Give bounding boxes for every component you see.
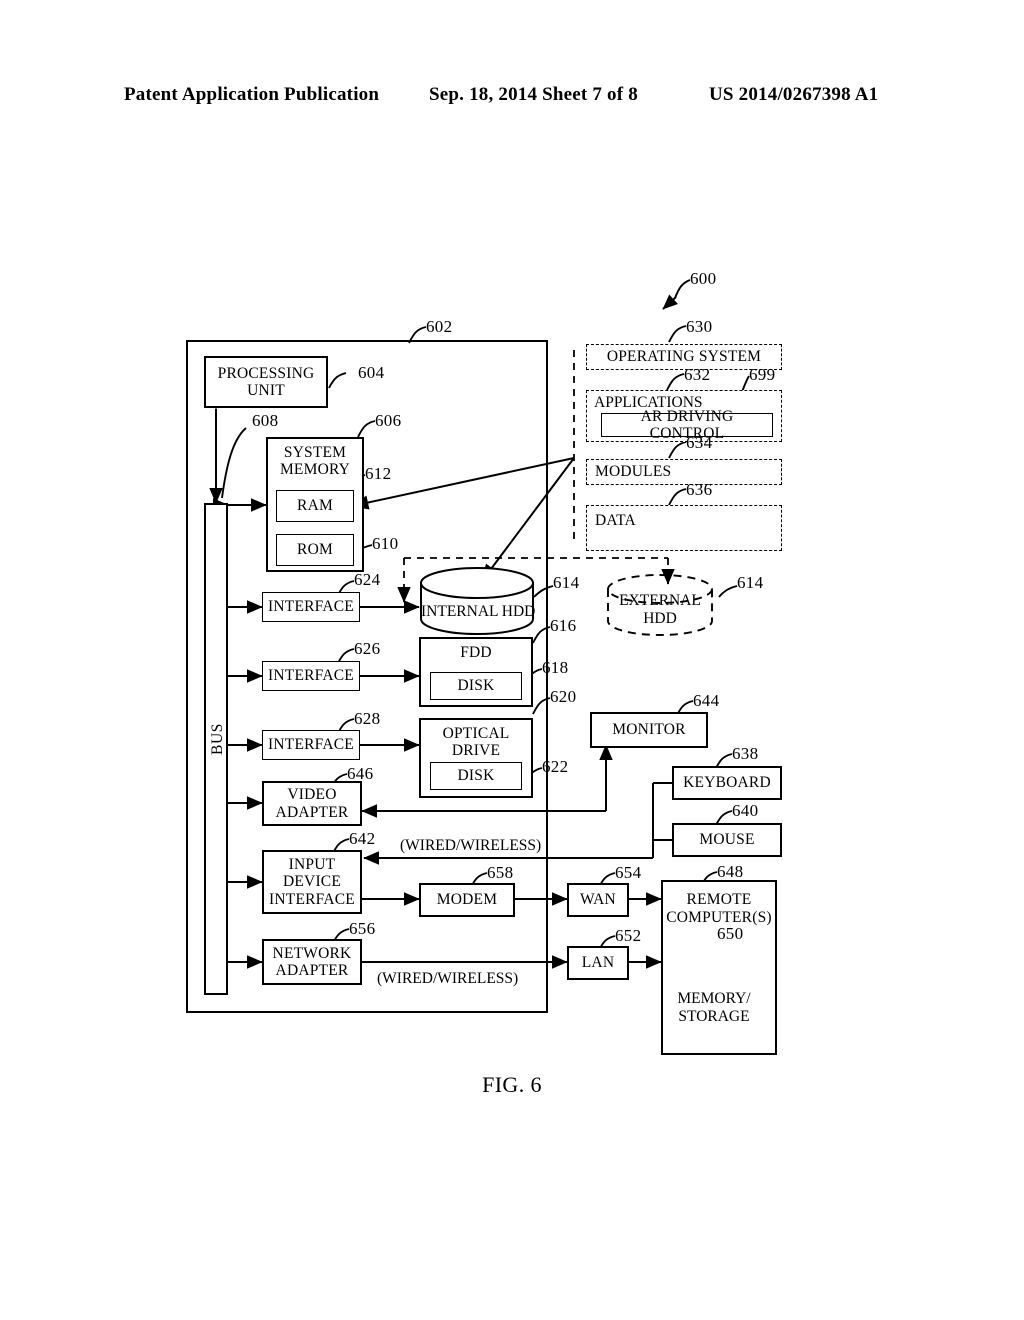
fdd-disk-block: DISK xyxy=(430,672,522,700)
optical-drive-label: OPTICAL DRIVE xyxy=(442,725,510,760)
ref-654: 654 xyxy=(615,863,642,882)
bus-block: BUS xyxy=(204,503,228,995)
ref-650: 650 xyxy=(717,924,744,943)
video-adapter-label: VIDEO ADAPTER xyxy=(275,786,349,821)
ref-608: 608 xyxy=(252,411,279,430)
ref-636: 636 xyxy=(686,480,713,499)
ref-602: 602 xyxy=(426,317,453,336)
interface-hdd-block: INTERFACE xyxy=(262,592,360,622)
rom-block: ROM xyxy=(276,534,354,566)
ref-612: 612 xyxy=(365,464,392,483)
interface-fdd-block: INTERFACE xyxy=(262,661,360,691)
ref-644: 644 xyxy=(693,691,720,710)
operating-system-label: OPERATING SYSTEM xyxy=(606,348,762,366)
data-block: DATA xyxy=(586,505,782,551)
external-hdd-label: EXTERNAL HDD xyxy=(619,592,701,627)
ref-640: 640 xyxy=(732,801,759,820)
ref-658: 658 xyxy=(487,863,514,882)
ref-614-internal: 614 xyxy=(553,573,580,592)
modem-label: MODEM xyxy=(436,891,498,909)
wan-label: WAN xyxy=(580,891,616,909)
internal-hdd-label: INTERNAL HDD xyxy=(421,603,536,620)
fdd-label: FDD xyxy=(460,644,492,661)
input-device-interface-block: INPUT DEVICE INTERFACE xyxy=(262,850,362,914)
ref-606: 606 xyxy=(375,411,402,430)
publication-header-number: US 2014/0267398 A1 xyxy=(709,84,879,105)
ref-638: 638 xyxy=(732,744,759,763)
ref-642: 642 xyxy=(349,829,376,848)
ref-656: 656 xyxy=(349,919,376,938)
monitor-block: MONITOR xyxy=(590,712,708,748)
ref-622: 622 xyxy=(542,757,569,776)
keyboard-label: KEYBOARD xyxy=(683,774,771,792)
optical-disk-label: DISK xyxy=(457,767,495,785)
wired-wireless-top-label: (WIRED/WIRELESS) xyxy=(400,837,542,854)
data-label: DATA xyxy=(595,512,636,529)
ref-610: 610 xyxy=(372,534,399,553)
ref-699: 699 xyxy=(749,365,776,384)
fdd-disk-label: DISK xyxy=(457,677,495,695)
network-adapter-label: NETWORK ADAPTER xyxy=(272,944,352,979)
ref-604: 604 xyxy=(358,363,385,382)
ref-620: 620 xyxy=(550,687,577,706)
ref-652: 652 xyxy=(615,926,642,945)
publication-header: Patent Application Publication Sep. 18, … xyxy=(0,84,1024,110)
video-adapter-block: VIDEO ADAPTER xyxy=(262,781,362,826)
system-memory-label: SYSTEM MEMORY xyxy=(279,444,351,479)
ref-628: 628 xyxy=(354,709,381,728)
interface-optical-label: INTERFACE xyxy=(268,736,354,754)
monitor-label: MONITOR xyxy=(612,721,686,739)
ram-block: RAM xyxy=(276,490,354,522)
processing-unit-block: PROCESSING UNIT xyxy=(204,356,328,408)
interface-fdd-label: INTERFACE xyxy=(268,667,354,685)
network-adapter-block: NETWORK ADAPTER xyxy=(262,939,362,985)
interface-optical-block: INTERFACE xyxy=(262,730,360,760)
ram-label: RAM xyxy=(297,497,333,515)
interface-hdd-label: INTERFACE xyxy=(268,598,354,616)
figure-caption: FIG. 6 xyxy=(482,1072,542,1097)
mouse-label: MOUSE xyxy=(699,831,755,849)
publication-header-date: Sep. 18, 2014 Sheet 7 of 8 xyxy=(429,84,638,105)
ref-648: 648 xyxy=(717,862,744,881)
modem-block: MODEM xyxy=(419,883,515,917)
mouse-block: MOUSE xyxy=(672,823,782,857)
ref-646: 646 xyxy=(347,764,374,783)
ref-632: 632 xyxy=(684,365,711,384)
modules-block: MODULES xyxy=(586,459,782,485)
input-device-interface-label: INPUT DEVICE INTERFACE xyxy=(269,855,355,908)
optical-disk-block: DISK xyxy=(430,762,522,790)
modules-label: MODULES xyxy=(595,463,672,481)
wired-wireless-bottom-label: (WIRED/WIRELESS) xyxy=(377,970,519,987)
ref-634: 634 xyxy=(686,433,713,452)
ref-614-external: 614 xyxy=(737,573,764,592)
wan-block: WAN xyxy=(567,883,629,917)
ref-630: 630 xyxy=(686,317,713,336)
lan-label: LAN xyxy=(581,954,615,972)
ref-624: 624 xyxy=(354,570,381,589)
keyboard-block: KEYBOARD xyxy=(672,766,782,800)
ref-600: 600 xyxy=(690,269,717,288)
rom-label: ROM xyxy=(297,541,333,559)
remote-computers-label: REMOTE COMPUTER(S) xyxy=(666,891,772,926)
bus-label: BUS xyxy=(209,723,226,755)
ref-618: 618 xyxy=(542,658,569,677)
remote-memory-label: MEMORY/ STORAGE xyxy=(677,990,751,1025)
publication-header-left: Patent Application Publication xyxy=(124,84,380,105)
lan-block: LAN xyxy=(567,946,629,980)
processing-unit-label: PROCESSING UNIT xyxy=(217,364,315,399)
ref-626: 626 xyxy=(354,639,381,658)
remote-computers-block: REMOTE COMPUTER(S) xyxy=(661,880,777,1055)
ref-616: 616 xyxy=(550,616,577,635)
